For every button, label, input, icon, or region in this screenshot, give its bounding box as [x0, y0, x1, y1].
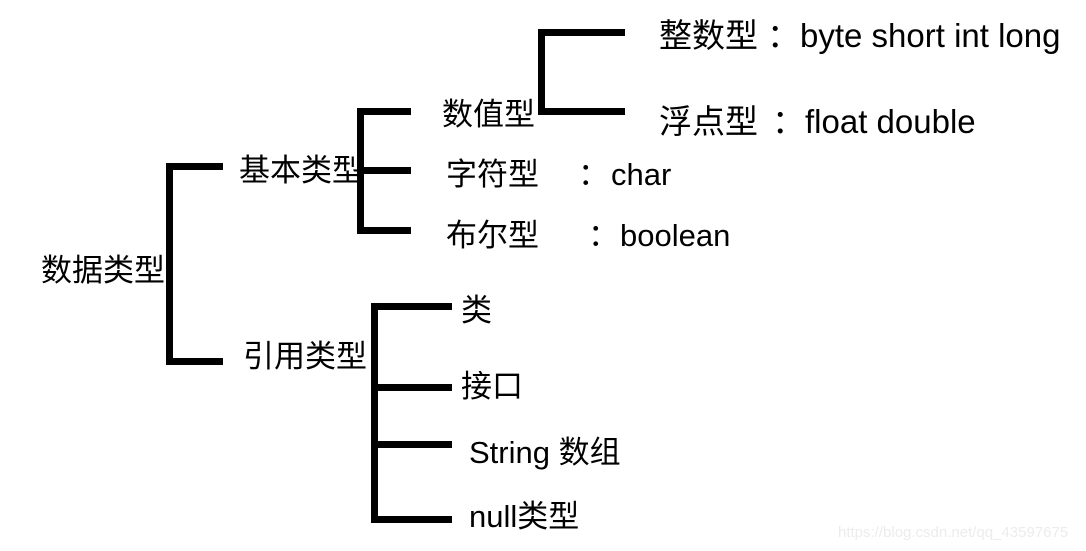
bracket-reference-spine	[371, 303, 378, 523]
bracket-reference-arm-class	[371, 303, 452, 310]
bracket-reference-arm-interface	[371, 384, 452, 391]
node-label-string-array: String 数组	[469, 435, 621, 470]
node-label-null-type: null类型	[469, 499, 580, 534]
node-label-char-type: 字符型	[446, 157, 539, 192]
bracket-primitive-arm-numeric	[357, 108, 411, 115]
node-value-char-type: char	[611, 157, 672, 192]
bracket-root-spine	[166, 163, 173, 365]
bracket-reference-arm-string-array	[371, 441, 452, 448]
node-label-integer-type: 整数型	[659, 17, 758, 54]
bracket-reference-arm-null	[371, 516, 452, 523]
bracket-numeric-arm-integer	[538, 29, 625, 36]
separator-float-type: ：	[772, 103, 805, 140]
diagram-canvas: 数据类型 基本类型 引用类型 数值型 字符型 ： char 布尔型 ： bool…	[0, 0, 1086, 551]
node-label-numeric-type: 数值型	[442, 97, 535, 132]
node-label-reference-type: 引用类型	[243, 339, 367, 374]
node-value-float-type: float double	[805, 103, 976, 140]
node-label-interface: 接口	[461, 369, 523, 404]
separator-boolean-type: ：	[588, 218, 619, 253]
node-label-class: 类	[461, 293, 492, 328]
node-label-float-type: 浮点型	[659, 103, 758, 140]
node-label-root: 数据类型	[41, 253, 165, 288]
bracket-primitive-arm-boolean	[357, 227, 411, 234]
node-value-integer-type: byte short int long	[800, 17, 1061, 54]
watermark-text: https://blog.csdn.net/qq_43597675	[838, 524, 1069, 541]
bracket-numeric-arm-float	[538, 108, 625, 115]
separator-integer-type: ：	[767, 17, 800, 54]
node-value-boolean-type: boolean	[620, 218, 731, 253]
separator-char-type: ：	[578, 157, 609, 192]
node-label-primitive-type: 基本类型	[239, 153, 363, 188]
node-label-boolean-type: 布尔型	[446, 218, 539, 253]
bracket-root-arm-reference	[166, 358, 223, 365]
bracket-numeric-spine	[538, 29, 545, 115]
bracket-primitive-arm-char	[357, 167, 411, 174]
bracket-root-arm-primitive	[166, 163, 223, 170]
